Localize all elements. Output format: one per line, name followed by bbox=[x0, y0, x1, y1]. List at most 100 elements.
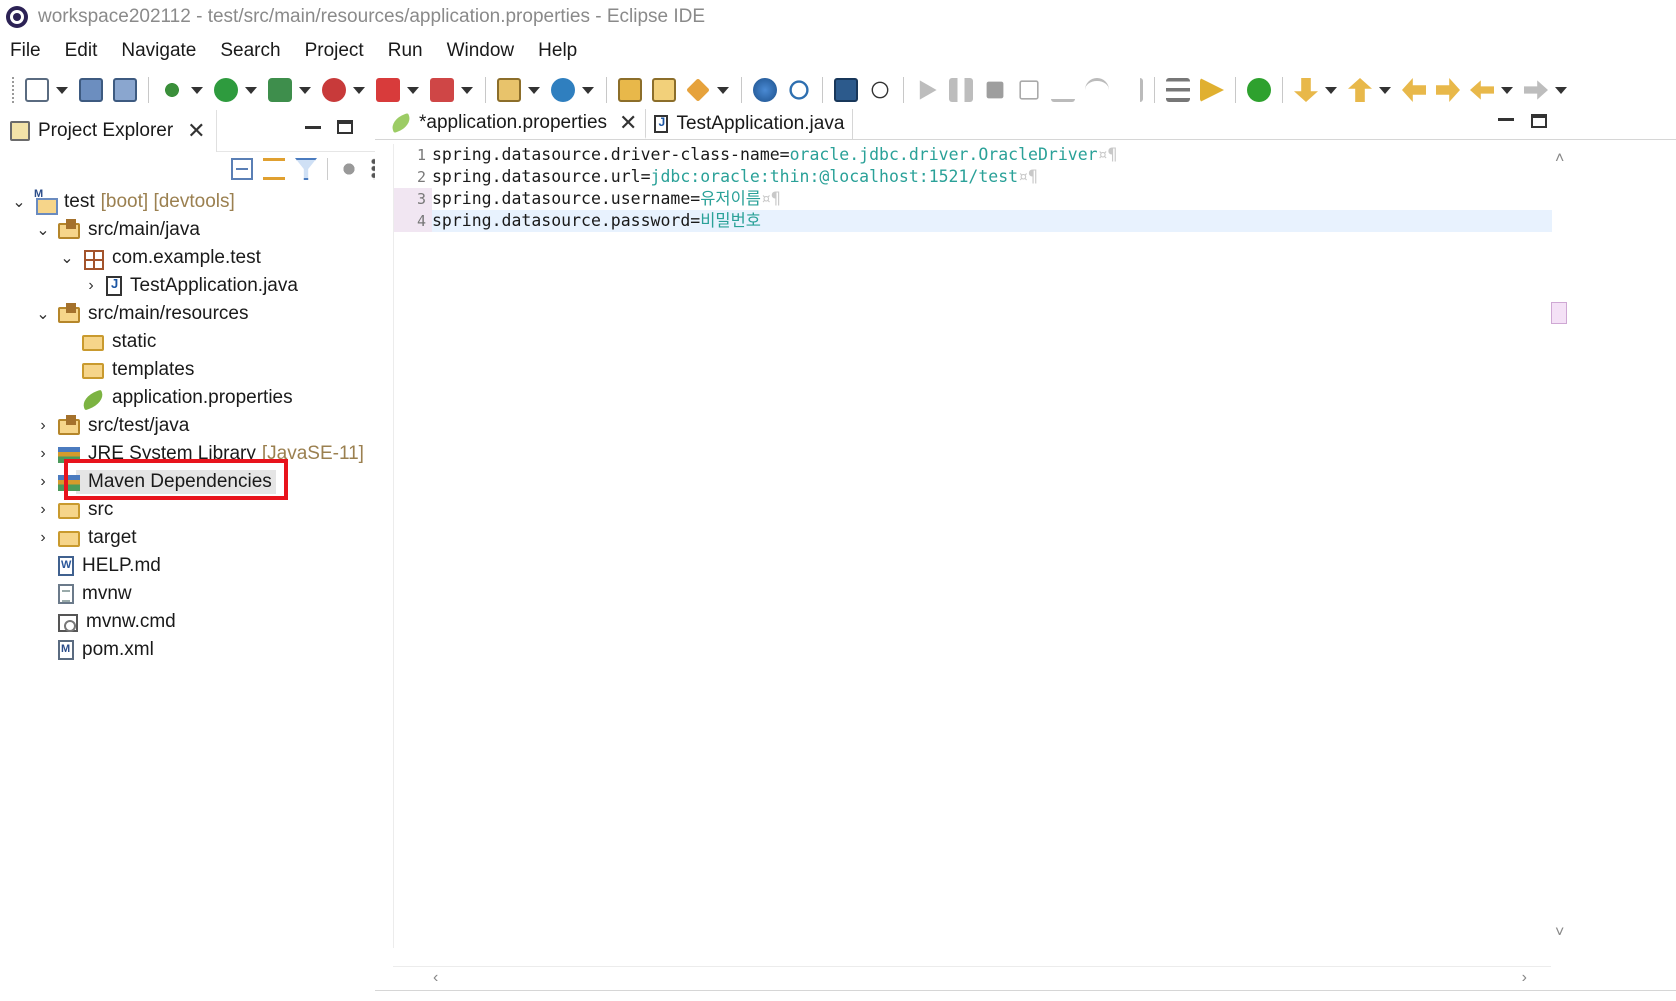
relaunch-icon[interactable] bbox=[430, 78, 454, 102]
menu-window[interactable]: Window bbox=[435, 40, 527, 62]
tree-item-templates[interactable]: templates bbox=[0, 356, 392, 384]
menu-search[interactable]: Search bbox=[208, 40, 292, 62]
minimize-icon[interactable] bbox=[1498, 118, 1514, 121]
horizontal-scrollbar[interactable]: ‹ › bbox=[393, 966, 1551, 990]
chevron-right-icon[interactable]: › bbox=[34, 473, 52, 491]
tree-item-help-md[interactable]: HELP.md bbox=[0, 552, 392, 580]
code-line-current[interactable]: spring.datasource.password=비밀번호 bbox=[432, 210, 1552, 232]
scroll-left-icon[interactable]: ‹ bbox=[433, 969, 438, 987]
run-icon[interactable] bbox=[214, 78, 238, 102]
globe-icon[interactable] bbox=[753, 78, 777, 102]
relaunch-dropdown-icon[interactable] bbox=[461, 86, 473, 94]
open-type-icon[interactable] bbox=[618, 78, 642, 102]
menu-navigate[interactable]: Navigate bbox=[109, 40, 208, 62]
console-icon[interactable] bbox=[834, 78, 858, 102]
menu-edit[interactable]: Edit bbox=[53, 40, 110, 62]
vertical-scrollbar[interactable]: ˄ ˅ bbox=[1551, 144, 1575, 948]
resume-icon[interactable] bbox=[919, 80, 937, 100]
menu-help[interactable]: Help bbox=[526, 40, 589, 62]
tree-item-static[interactable]: static bbox=[0, 328, 392, 356]
chevron-right-icon[interactable]: › bbox=[34, 529, 52, 547]
tree-item-src-test-java[interactable]: › src/test/java bbox=[0, 412, 392, 440]
last-edit-location-icon[interactable] bbox=[1402, 78, 1426, 102]
new-class-icon[interactable] bbox=[551, 78, 575, 102]
menu-run[interactable]: Run bbox=[376, 40, 435, 62]
close-icon[interactable]: ✕ bbox=[187, 119, 205, 142]
external-tools-icon[interactable] bbox=[322, 78, 346, 102]
suspend-icon[interactable] bbox=[949, 78, 973, 102]
previous-annotation-dropdown-icon[interactable] bbox=[1379, 86, 1391, 94]
tree-item-test[interactable]: ⌄ test [boot] [devtools] bbox=[0, 188, 392, 216]
tree-item-jre-system-library[interactable]: › JRE System Library [JavaSE-11] bbox=[0, 440, 392, 468]
new-class-dropdown-icon[interactable] bbox=[582, 86, 594, 94]
next-annotation-dropdown-icon[interactable] bbox=[1325, 86, 1337, 94]
open-task-dropdown-icon[interactable] bbox=[717, 86, 729, 94]
debug-dropdown-icon[interactable] bbox=[191, 86, 203, 94]
maximize-icon[interactable] bbox=[337, 120, 353, 134]
focus-icon[interactable] bbox=[338, 158, 360, 180]
new-java-project-dropdown-icon[interactable] bbox=[528, 86, 540, 94]
back-dropdown-icon[interactable] bbox=[1501, 86, 1513, 94]
collapse-all-icon[interactable] bbox=[231, 158, 253, 180]
tree-item-src[interactable]: › src bbox=[0, 496, 392, 524]
tree-item-maven-dependencies[interactable]: › Maven Dependencies bbox=[0, 468, 392, 496]
code-line[interactable]: spring.datasource.username=유저이름¤¶ bbox=[432, 188, 1552, 210]
tab-test-application-java[interactable]: TestApplication.java bbox=[646, 109, 854, 139]
disconnect-icon[interactable] bbox=[1019, 80, 1039, 100]
inspect-icon[interactable] bbox=[871, 81, 889, 99]
chevron-down-icon[interactable]: ⌄ bbox=[10, 193, 28, 211]
back-icon[interactable] bbox=[1470, 80, 1494, 100]
tab-application-properties[interactable]: *application.properties ✕ bbox=[383, 109, 647, 139]
menu-project[interactable]: Project bbox=[293, 40, 376, 62]
forward-icon[interactable] bbox=[1524, 80, 1548, 100]
use-step-filters-icon[interactable] bbox=[1166, 78, 1190, 102]
code-line[interactable]: spring.datasource.url=jdbc:oracle:thin:@… bbox=[432, 166, 1552, 188]
save-all-icon[interactable] bbox=[113, 78, 137, 102]
scroll-up-icon[interactable]: ˄ bbox=[1555, 150, 1564, 168]
minimize-icon[interactable] bbox=[305, 126, 321, 129]
maximize-icon[interactable] bbox=[1531, 114, 1547, 128]
close-icon[interactable]: ✕ bbox=[619, 112, 637, 134]
tree-item-application-properties[interactable]: application.properties bbox=[0, 384, 392, 412]
terminate-icon[interactable] bbox=[986, 81, 1004, 99]
tree-item-mvnw[interactable]: mvnw bbox=[0, 580, 392, 608]
chevron-right-icon[interactable]: › bbox=[34, 445, 52, 463]
scroll-down-icon[interactable]: ˅ bbox=[1555, 924, 1564, 942]
code-editor[interactable]: 1 2 3 4 spring.datasource.driver-class-n… bbox=[393, 144, 1552, 948]
chevron-down-icon[interactable]: ⌄ bbox=[34, 305, 52, 323]
forward-dropdown-icon[interactable] bbox=[1555, 86, 1567, 94]
chevron-right-icon[interactable]: › bbox=[34, 417, 52, 435]
coverage-dropdown-icon[interactable] bbox=[299, 86, 311, 94]
new-dropdown-icon[interactable] bbox=[56, 86, 68, 94]
stop-icon[interactable] bbox=[376, 78, 400, 102]
open-task-icon[interactable] bbox=[686, 78, 710, 102]
new-java-project-icon[interactable] bbox=[497, 78, 521, 102]
tree-item-com-example-test[interactable]: ⌄ com.example.test bbox=[0, 244, 392, 272]
chevron-right-icon[interactable]: › bbox=[82, 277, 100, 295]
toggle-mark-occurrences-icon[interactable] bbox=[1200, 78, 1224, 102]
tree-item-src-main-resources[interactable]: ⌄ src/main/resources bbox=[0, 300, 392, 328]
tree-item-target[interactable]: › target bbox=[0, 524, 392, 552]
step-into-icon[interactable] bbox=[1051, 78, 1075, 102]
external-tools-dropdown-icon[interactable] bbox=[353, 86, 365, 94]
new-icon[interactable] bbox=[25, 78, 49, 102]
search-icon[interactable] bbox=[789, 80, 809, 100]
spring-boot-dashboard-icon[interactable] bbox=[1247, 78, 1271, 102]
step-over-icon[interactable] bbox=[1085, 78, 1109, 102]
step-return-icon[interactable] bbox=[1119, 78, 1143, 102]
stop-dropdown-icon[interactable] bbox=[407, 86, 419, 94]
chevron-down-icon[interactable]: ⌄ bbox=[58, 249, 76, 267]
debug-icon[interactable] bbox=[160, 78, 184, 102]
save-icon[interactable] bbox=[79, 78, 103, 102]
filter-icon[interactable] bbox=[295, 158, 317, 180]
tab-project-explorer[interactable]: Project Explorer ✕ bbox=[0, 109, 217, 152]
scroll-right-icon[interactable]: › bbox=[1522, 969, 1527, 987]
overview-ruler-marker[interactable] bbox=[1551, 302, 1567, 324]
next-edit-location-icon[interactable] bbox=[1436, 78, 1460, 102]
tree-item-mvnw-cmd[interactable]: mvnw.cmd bbox=[0, 608, 392, 636]
coverage-icon[interactable] bbox=[268, 78, 292, 102]
toolbar-grip[interactable] bbox=[12, 77, 16, 103]
chevron-down-icon[interactable]: ⌄ bbox=[34, 221, 52, 239]
link-with-editor-icon[interactable] bbox=[263, 158, 285, 180]
tree-item-src-main-java[interactable]: ⌄ src/main/java bbox=[0, 216, 392, 244]
